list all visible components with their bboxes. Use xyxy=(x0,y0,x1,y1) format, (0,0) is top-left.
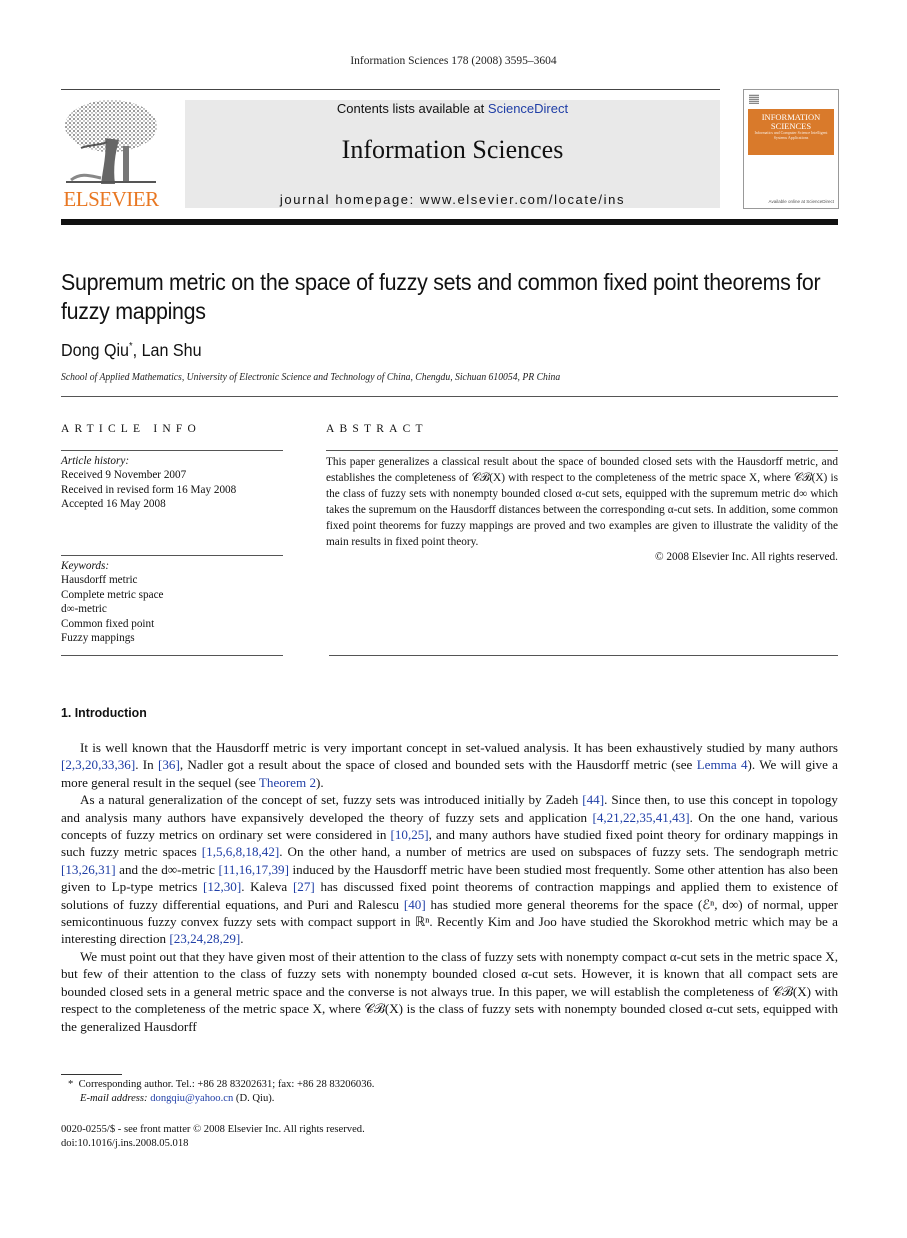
issn-line: 0020-0255/$ - see front matter © 2008 El… xyxy=(61,1124,365,1135)
footnote-mark: * xyxy=(68,1079,74,1090)
abstract-text: This paper generalizes a classical resul… xyxy=(326,456,838,548)
paragraph-text: and the d∞-metric xyxy=(115,861,219,877)
citation-link[interactable]: [10,25] xyxy=(390,827,428,842)
paragraph-text: We must point out that they have given m… xyxy=(61,948,838,1034)
journal-homepage-link[interactable]: journal homepage: www.elsevier.com/locat… xyxy=(185,192,720,207)
paragraph-text: . In xyxy=(135,757,158,773)
introduction-body: It is well known that the Hausdorff metr… xyxy=(61,739,838,1035)
abstract-body: This paper generalizes a classical resul… xyxy=(326,455,838,566)
journal-title: Information Sciences xyxy=(341,135,564,164)
keyword-item: d∞-metric xyxy=(61,603,107,616)
history-item: Received 9 November 2007 xyxy=(61,469,187,482)
elsevier-logo[interactable]: ELSEVIER xyxy=(61,98,161,210)
citation-link[interactable]: Lemma 4 xyxy=(697,757,748,772)
paragraph-text: . Kaleva xyxy=(241,879,293,895)
cover-footer: Available online at ScienceDirect xyxy=(768,199,834,204)
paragraph-text: . xyxy=(240,931,244,947)
article-title: Supremum metric on the space of fuzzy se… xyxy=(61,269,821,324)
email-suffix: (D. Qiu). xyxy=(233,1093,275,1105)
citation-link[interactable]: Theorem 2 xyxy=(259,775,316,790)
corresponding-author-details: Corresponding author. Tel.: +86 28 83202… xyxy=(78,1079,375,1090)
email-label: E-mail address: xyxy=(80,1093,151,1105)
citation-link[interactable]: [44] xyxy=(582,792,604,807)
history-label: Article history: xyxy=(61,455,130,467)
citation-link[interactable]: [23,24,28,29] xyxy=(169,931,240,946)
keyword-item: Complete metric space xyxy=(61,588,164,601)
abstract-rule xyxy=(326,450,838,451)
article-info-rule xyxy=(61,450,283,451)
author-separator: , xyxy=(132,340,142,360)
header-thick-rule xyxy=(61,219,838,225)
cover-subtitle: Informatics and Computer Science Intelli… xyxy=(754,130,828,140)
body-paragraph: It is well known that the Hausdorff metr… xyxy=(61,739,838,791)
keyword-item: Hausdorff metric xyxy=(61,574,138,587)
citation-link[interactable]: [11,16,17,39] xyxy=(219,862,289,877)
affiliation-rule xyxy=(61,396,838,397)
author-name[interactable]: Dong Qiu xyxy=(61,340,129,360)
author-name[interactable]: Lan Shu xyxy=(142,340,202,360)
citation-link[interactable]: [40] xyxy=(404,897,426,912)
email-footnote: E-mail address: dongqiu@yahoo.cn (D. Qiu… xyxy=(68,1092,374,1106)
cover-title-band: INFORMATION SCIENCES Informatics and Com… xyxy=(748,109,834,155)
keywords-label: Keywords: xyxy=(61,560,110,572)
doi-line[interactable]: doi:10.1016/j.ins.2008.05.018 xyxy=(61,1137,365,1151)
abstract-bottom-rule xyxy=(329,655,838,656)
author-affiliation: School of Applied Mathematics, Universit… xyxy=(61,372,561,383)
citation-link[interactable]: [4,21,22,35,41,43] xyxy=(592,810,689,825)
contents-availability: Contents lists available at ScienceDirec… xyxy=(185,100,720,117)
article-info-bottom-rule xyxy=(61,655,283,656)
elsevier-wordmark: ELSEVIER xyxy=(63,187,159,211)
tree-icon xyxy=(65,100,157,184)
article-info-heading: ARTICLE INFO xyxy=(61,423,201,435)
citation-link[interactable]: [12,30] xyxy=(203,879,241,894)
sciencedirect-link[interactable]: ScienceDirect xyxy=(488,101,568,116)
paragraph-text: . On the other hand, a number of metrics… xyxy=(279,844,839,860)
journal-banner: Contents lists available at ScienceDirec… xyxy=(185,100,720,208)
history-item: Accepted 16 May 2008 xyxy=(61,498,166,511)
paragraph-text: It is well known that the Hausdorff metr… xyxy=(80,740,838,755)
keywords-rule xyxy=(61,555,283,556)
section-heading-introduction: 1. Introduction xyxy=(61,705,147,720)
front-matter: 0020-0255/$ - see front matter © 2008 El… xyxy=(61,1123,365,1152)
header-top-rule xyxy=(61,89,720,90)
corresponding-author-footnote: * Corresponding author. Tel.: +86 28 832… xyxy=(68,1078,374,1092)
cover-publisher-icon xyxy=(749,94,759,104)
email-link[interactable]: dongqiu@yahoo.cn xyxy=(150,1093,233,1104)
abstract-copyright: © 2008 Elsevier Inc. All rights reserved… xyxy=(654,551,838,564)
citation-link[interactable]: [27] xyxy=(293,879,315,894)
journal-cover-thumbnail[interactable]: INFORMATION SCIENCES Informatics and Com… xyxy=(743,89,839,209)
keyword-item: Common fixed point xyxy=(61,617,155,630)
paragraph-text: ). xyxy=(316,774,324,790)
body-paragraph: We must point out that they have given m… xyxy=(61,948,838,1035)
contents-prefix: Contents lists available at xyxy=(336,101,488,116)
paragraph-text: , Nadler got a result about the space of… xyxy=(179,757,697,773)
citation-link[interactable]: [13,26,31] xyxy=(61,862,116,877)
article-history: Article history: Received 9 November 200… xyxy=(61,454,283,512)
citation-link[interactable]: [36] xyxy=(158,757,180,772)
paragraph-text: As a natural generalization of the conce… xyxy=(80,792,583,808)
citation-link[interactable]: [1,5,6,8,18,42] xyxy=(202,844,279,859)
footnote-rule xyxy=(61,1074,122,1075)
citation-link[interactable]: [2,3,20,33,36] xyxy=(61,757,135,772)
footnote-block: * Corresponding author. Tel.: +86 28 832… xyxy=(68,1078,374,1107)
body-paragraph: As a natural generalization of the conce… xyxy=(61,791,838,948)
abstract-heading: ABSTRACT xyxy=(326,423,428,435)
author-list: Dong Qiu*, Lan Shu xyxy=(61,340,202,361)
keyword-item: Fuzzy mappings xyxy=(61,632,135,645)
keywords-block: Keywords: Hausdorff metric Complete metr… xyxy=(61,559,283,645)
running-head: Information Sciences 178 (2008) 3595–360… xyxy=(350,55,557,67)
history-item: Received in revised form 16 May 2008 xyxy=(61,483,237,496)
